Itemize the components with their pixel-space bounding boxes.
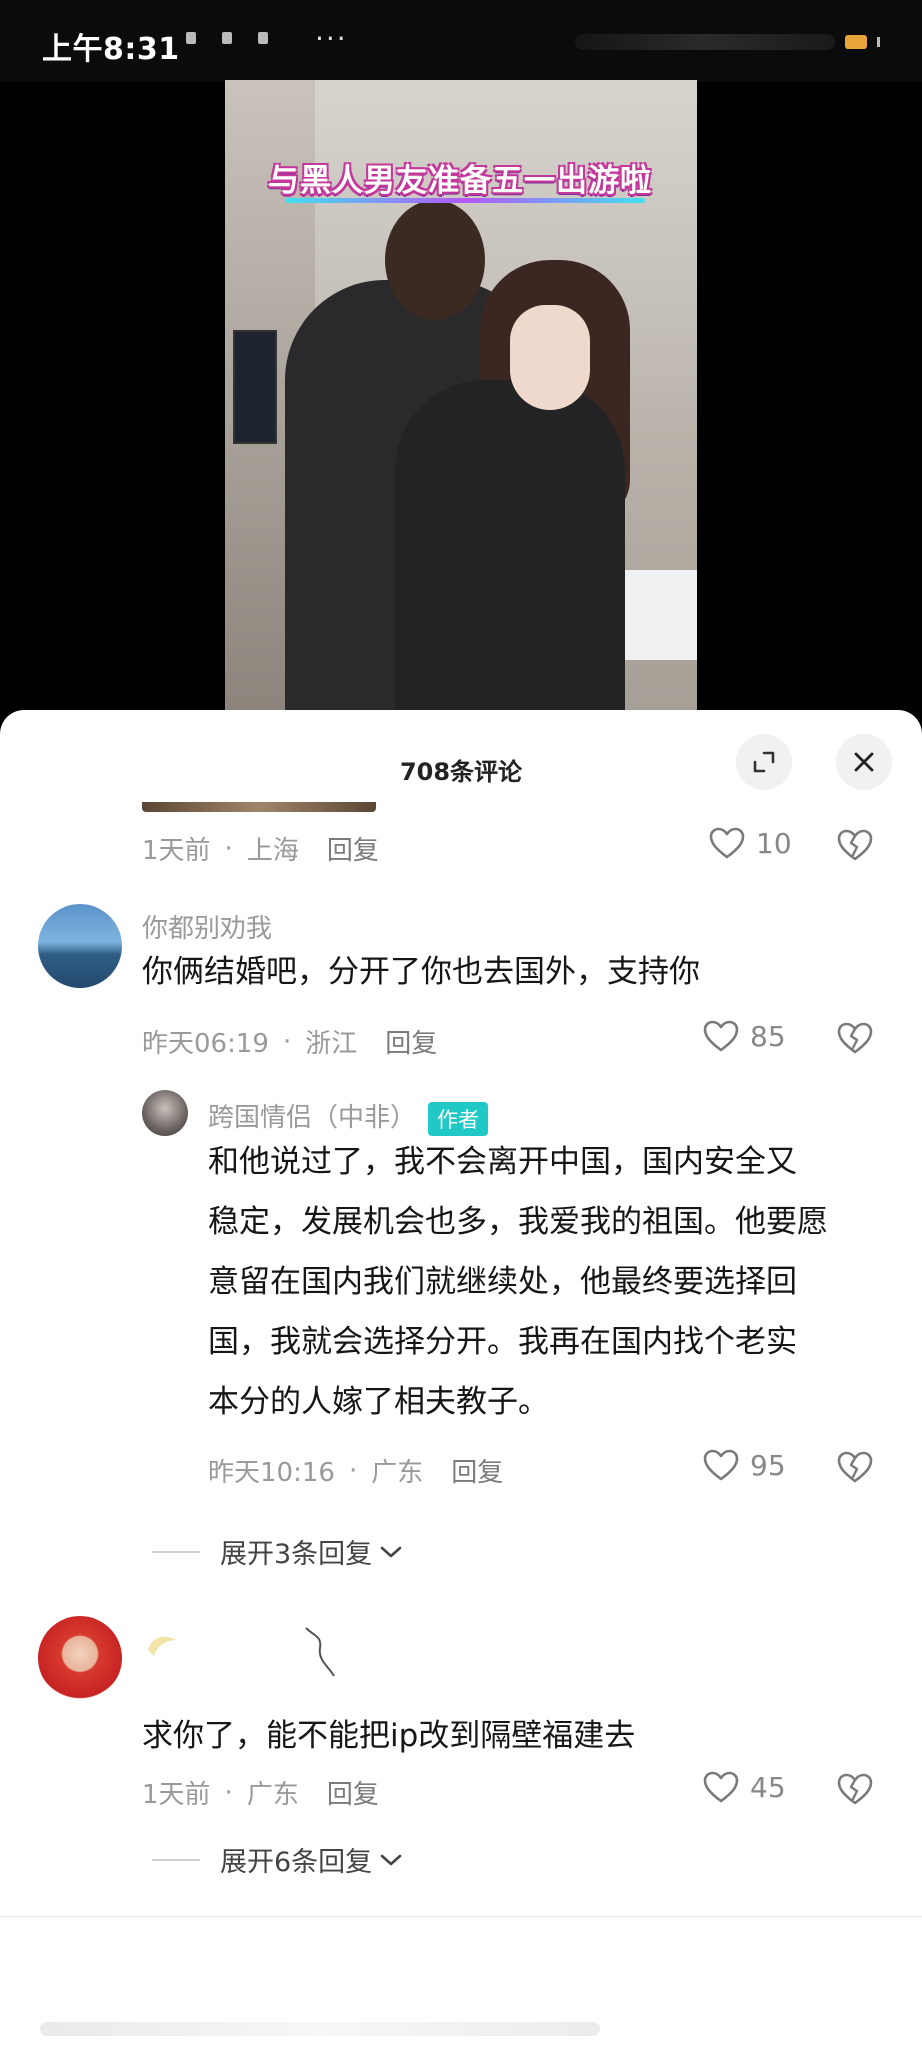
expand-button[interactable] (736, 734, 792, 790)
like-count: 85 (750, 1019, 786, 1053)
comment-time: 1天前 (142, 836, 211, 866)
comment-location: 浙江 (305, 1029, 358, 1059)
heart-icon (703, 1771, 739, 1803)
broken-heart-icon (837, 1451, 873, 1483)
partial-image-thumbnail (142, 802, 376, 812)
user-sticker-icon (148, 1636, 176, 1656)
notification-icon (258, 32, 268, 44)
reply-button[interactable]: 回复 (385, 1023, 437, 1060)
comment-time: 昨天10:16 (208, 1458, 335, 1488)
video-person-woman (395, 380, 625, 710)
expand-replies-label: 展开3条回复 (220, 1539, 373, 1570)
meta-separator: · (224, 833, 233, 864)
close-icon (854, 752, 874, 772)
expand-icon (753, 751, 775, 773)
more-notifications-icon: ··· (315, 22, 348, 55)
like-button[interactable]: 45 (702, 1770, 786, 1804)
reply-username[interactable]: 跨国情侣（中非） (208, 1103, 416, 1133)
expand-replies-button[interactable]: 展开6条回复 (152, 1840, 404, 1879)
comment-location: 广东 (246, 1780, 299, 1810)
comment-text: 你俩结婚吧，分开了你也去国外，支持你 (142, 954, 700, 990)
like-count: 95 (750, 1448, 786, 1482)
reply-username-row: 跨国情侣（中非） 作者 (208, 1097, 489, 1136)
video-tv-shape (233, 330, 277, 444)
comment-location: 上海 (246, 836, 299, 866)
comment-input-divider (0, 1916, 922, 1917)
close-button[interactable] (836, 734, 892, 790)
status-time: 上午8:31 (42, 32, 180, 67)
comment-username[interactable]: 你都别劝我 (142, 908, 272, 945)
status-bar: 上午8:31 ··· (0, 0, 922, 82)
meta-separator: · (282, 1026, 292, 1057)
heart-icon (703, 1020, 739, 1052)
comment-meta: 1天前 · 广东 回复 (142, 1774, 379, 1811)
like-count: 10 (756, 826, 792, 860)
broken-heart-icon (837, 829, 873, 861)
avatar[interactable] (38, 904, 122, 988)
reply-button[interactable]: 回复 (451, 1452, 503, 1489)
reply-button[interactable]: 回复 (327, 1774, 379, 1811)
reply-text-line: 意留在国内我们就继续处，他最终要选择回 (208, 1264, 797, 1300)
like-button[interactable]: 95 (702, 1448, 786, 1482)
expand-replies-label: 展开6条回复 (220, 1847, 373, 1878)
video-person-woman-face (510, 305, 590, 410)
meta-separator: · (348, 1455, 358, 1486)
comment-location: 广东 (371, 1458, 424, 1488)
notification-icon (186, 32, 196, 44)
comment-input-area[interactable] (40, 2022, 600, 2036)
battery-icon (845, 35, 867, 49)
expand-line (152, 1550, 200, 1553)
dislike-button[interactable] (836, 1021, 874, 1059)
comment-username-decorated[interactable] (142, 1627, 362, 1677)
comments-sheet: 708条评论 1天前 · 上海 回复 10 你都别劝我 你俩结婚吧，分开了你也去… (0, 710, 922, 2048)
heart-icon (703, 1449, 739, 1481)
status-right (575, 34, 880, 50)
broken-heart-icon (837, 1773, 873, 1805)
battery-tip-icon (877, 37, 880, 47)
like-count: 45 (750, 1770, 786, 1804)
blurred-status-icons (575, 34, 835, 50)
like-button[interactable]: 10 (708, 826, 792, 860)
meta-separator: · (224, 1777, 233, 1808)
reply-button[interactable]: 回复 (327, 830, 379, 867)
reply-text-line: 和他说过了，我不会离开中国，国内安全又 (208, 1144, 797, 1180)
comment-meta: 昨天06:19 · 浙江 回复 (142, 1023, 437, 1060)
reply-text-line: 稳定，发展机会也多，我爱我的祖国。他要愿 (208, 1204, 828, 1240)
expand-line (152, 1858, 200, 1861)
comment-meta: 昨天10:16 · 广东 回复 (208, 1452, 503, 1489)
video-caption-text: 与黑人男友准备五一出游啦 (268, 162, 652, 199)
broken-heart-icon (837, 1022, 873, 1054)
notification-icon (222, 32, 232, 44)
reply-text-line: 国，我就会选择分开。我再在国内找个老实 (208, 1324, 797, 1360)
notification-icons (186, 32, 268, 44)
avatar[interactable] (142, 1090, 188, 1136)
comment-text: 求你了，能不能把ip改到隔壁福建去 (142, 1718, 636, 1754)
comment-time: 昨天06:19 (142, 1029, 269, 1059)
dislike-button[interactable] (836, 828, 874, 866)
author-badge: 作者 (428, 1101, 489, 1136)
video-caption-underline (285, 198, 645, 203)
video-player[interactable]: 与黑人男友准备五一出游啦 (225, 80, 697, 710)
expand-replies-button[interactable]: 展开3条回复 (152, 1532, 404, 1571)
heart-icon (709, 827, 745, 859)
reply-text: 和他说过了，我不会离开中国，国内安全又 稳定，发展机会也多，我爱我的祖国。他要愿… (208, 1132, 898, 1432)
comment-meta: 1天前 · 上海 回复 (142, 830, 379, 867)
comment-time: 1天前 (142, 1780, 211, 1810)
like-button[interactable]: 85 (702, 1019, 786, 1053)
avatar[interactable] (38, 1616, 122, 1700)
dislike-button[interactable] (836, 1450, 874, 1488)
dislike-button[interactable] (836, 1772, 874, 1810)
reply-text-line: 本分的人嫁了相夫教子。 (208, 1384, 549, 1420)
chevron-down-icon (380, 1546, 402, 1557)
chevron-down-icon (380, 1854, 402, 1865)
video-person-man-head (385, 200, 485, 320)
squiggle-icon (305, 1627, 335, 1677)
